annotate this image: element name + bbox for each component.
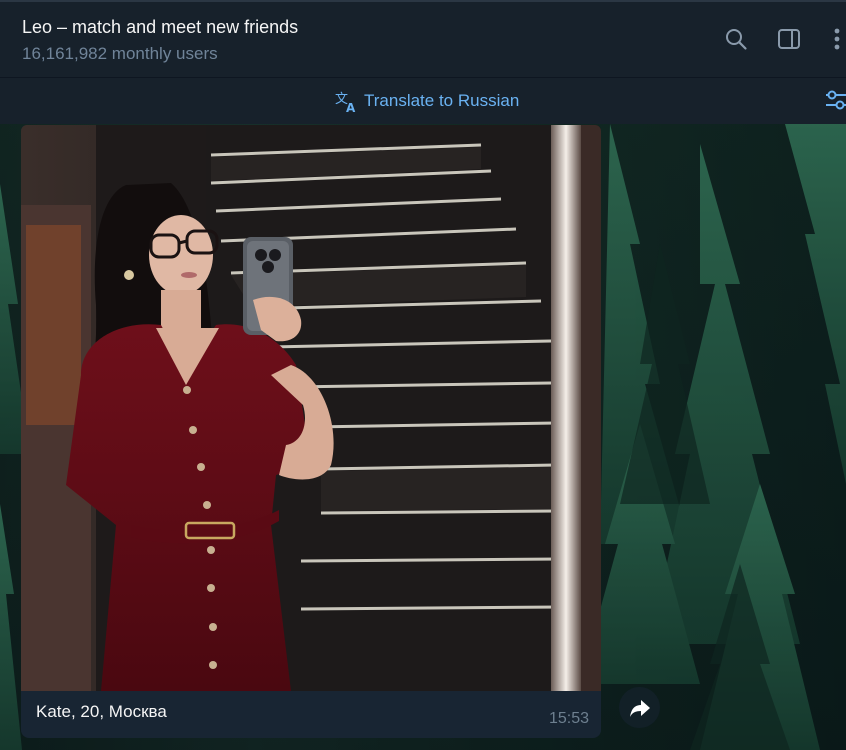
forward-arrow-icon [629,699,650,717]
message-photo[interactable] [21,125,601,691]
translate-button[interactable]: 文 A Translate to Russian [334,88,519,114]
search-icon [726,29,747,50]
filters-icon [826,90,846,110]
forward-button[interactable] [619,687,660,728]
message-caption: Kate, 20, Москва [36,702,167,721]
svg-text:A: A [346,101,356,114]
chat-subtitle: 16,161,982 monthly users [22,44,218,63]
translate-icon: 文 A [335,92,356,114]
photo-image [21,125,601,691]
translate-label: Translate to Russian [364,91,520,110]
more-button[interactable] [828,26,846,52]
chat-header[interactable]: Leo – match and meet new friends 16,161,… [0,0,846,77]
telegram-chat-window: Leo – match and meet new friends 16,161,… [0,0,846,750]
toggle-sidebar-button[interactable] [776,26,802,52]
translate-bar: 文 A Translate to Russian [0,77,846,124]
translate-settings-button[interactable] [824,88,846,112]
search-button[interactable] [723,26,749,52]
sidebar-panel-icon [778,29,800,49]
more-vertical-icon [834,28,840,50]
chat-title[interactable]: Leo – match and meet new friends [22,17,298,38]
message-bubble[interactable]: Kate, 20, Москва 15:53 [21,125,601,738]
message-time: 15:53 [548,710,589,727]
